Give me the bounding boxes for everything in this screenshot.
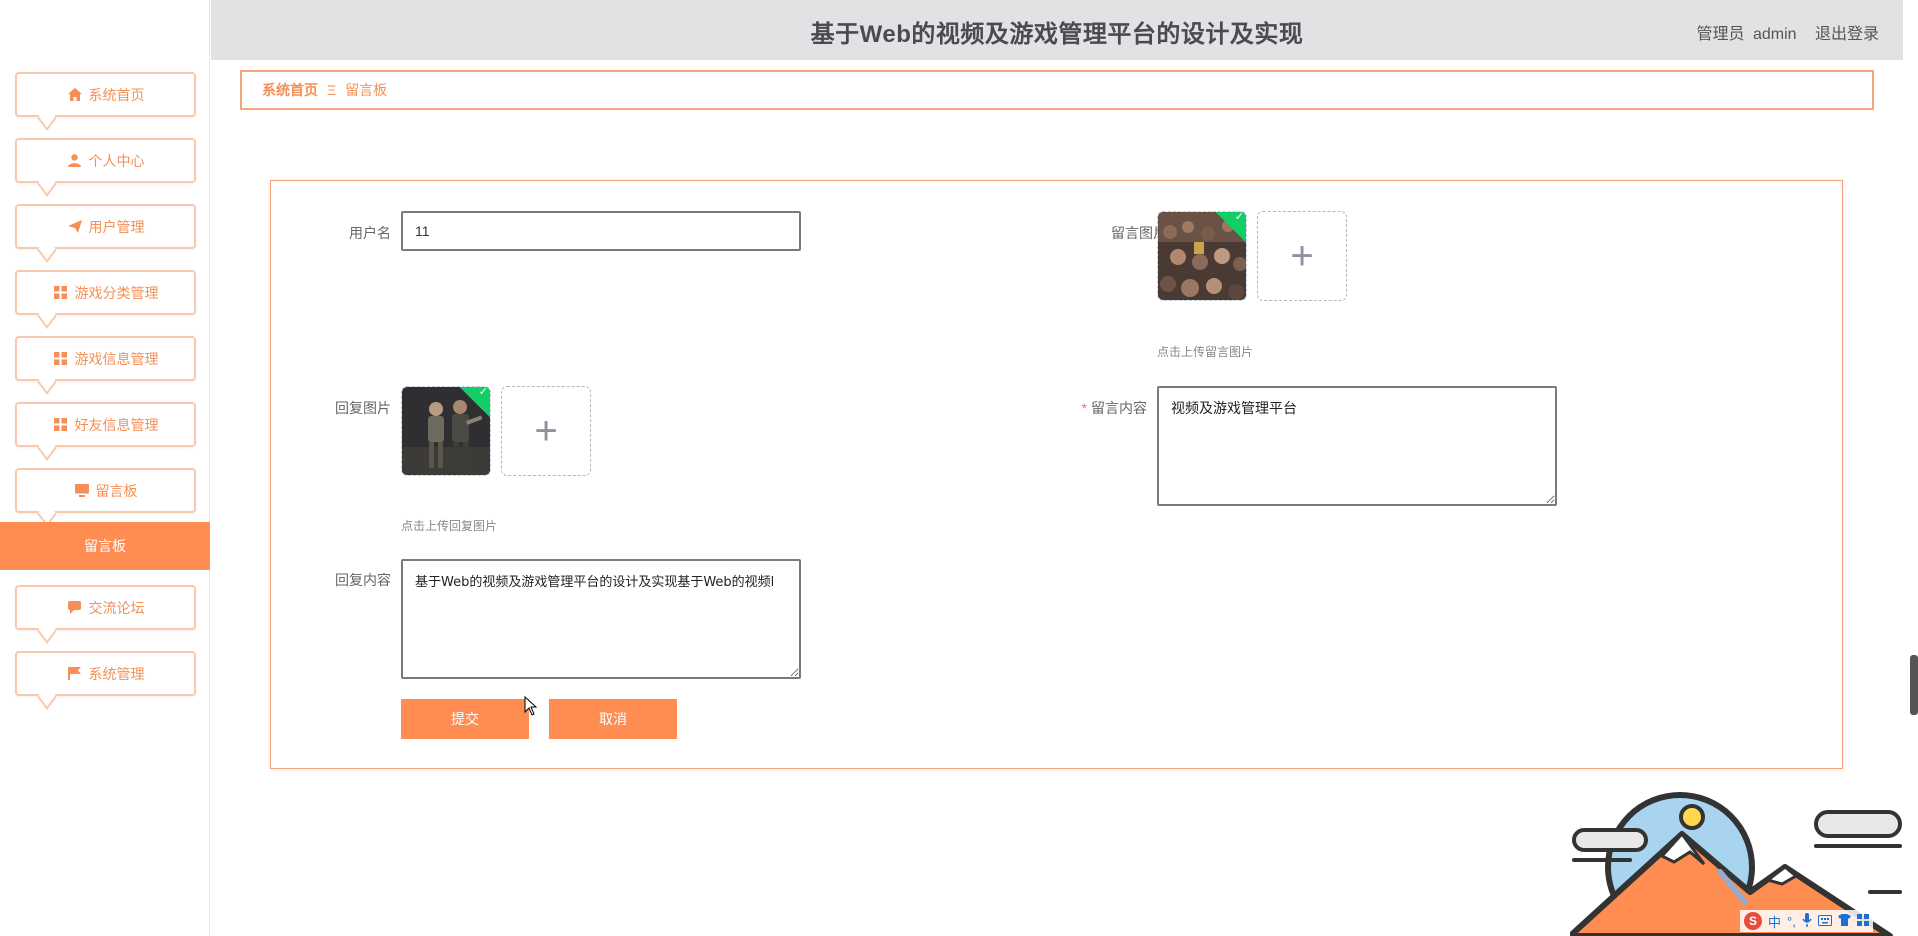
sidebar-item-label: 留言板	[95, 482, 138, 499]
grid-icon	[53, 418, 69, 431]
ime-mode[interactable]: 中	[1768, 912, 1781, 931]
keyboard-icon[interactable]	[1817, 914, 1832, 929]
user-name: admin	[1752, 26, 1797, 43]
microphone-icon[interactable]	[1802, 912, 1812, 930]
message-image-upload-button[interactable]: +	[1257, 211, 1347, 301]
sidebar-item-label: 用户管理	[88, 218, 145, 235]
chat-icon	[67, 601, 83, 614]
plus-icon: +	[1290, 233, 1314, 278]
grid-icon	[53, 352, 69, 365]
message-content-textarea[interactable]: 视频及游戏管理平台	[1157, 386, 1557, 506]
sidebar-item-label: 游戏分类管理	[74, 284, 159, 301]
sidebar-item-label: 游戏信息管理	[74, 350, 159, 367]
sidebar-item-game-category[interactable]: 游戏分类管理	[15, 270, 196, 315]
punctuation-icon[interactable]: °,	[1787, 914, 1796, 929]
reply-content-textarea[interactable]: 基于Web的视频及游戏管理平台的设计及实现基于Web的视频l	[401, 559, 801, 679]
top-header: 基于Web的视频及游戏管理平台的设计及实现 管理员 admin 退出登录	[211, 0, 1903, 60]
monitor-icon	[74, 484, 90, 497]
reply-image-thumbnail[interactable]	[401, 386, 491, 476]
sidebar-item-label: 交流论坛	[88, 599, 145, 616]
cancel-button[interactable]: 取消	[549, 699, 677, 739]
user-info: 管理员 admin 退出登录	[1692, 20, 1879, 44]
mouse-cursor-icon	[524, 696, 538, 716]
message-image-thumbnail[interactable]	[1157, 211, 1247, 301]
logout-link[interactable]: 退出登录	[1815, 26, 1879, 43]
sogou-logo-icon: S	[1744, 912, 1762, 930]
reply-image-tip: 点击上传回复图片	[401, 519, 498, 533]
sidebar-subitem-message-board[interactable]: 留言板	[0, 522, 210, 570]
sidebar-item-system[interactable]: 系统管理	[15, 651, 196, 696]
sidebar: 系统首页 个人中心 用户管理 游戏分类管理 游戏信息管理 好友信息管理 留言板 …	[0, 0, 210, 936]
breadcrumb-home[interactable]: 系统首页	[262, 80, 318, 100]
sidebar-item-forum[interactable]: 交流论坛	[15, 585, 196, 630]
message-image-tip: 点击上传留言图片	[1157, 345, 1254, 359]
sidebar-item-friends[interactable]: 好友信息管理	[15, 402, 196, 447]
sidebar-item-game-info[interactable]: 游戏信息管理	[15, 336, 196, 381]
username-input[interactable]	[401, 211, 801, 251]
sidebar-item-home[interactable]: 系统首页	[15, 72, 196, 117]
reply-content-label: 回复内容	[335, 572, 391, 588]
flag-icon	[67, 667, 83, 680]
user-role: 管理员	[1696, 26, 1745, 43]
grid-icon	[53, 286, 69, 299]
skin-icon[interactable]	[1837, 913, 1851, 929]
ime-toolbar[interactable]: S 中 °,	[1740, 910, 1873, 932]
message-content-label: * 留言内容	[1051, 398, 1147, 418]
sidebar-item-message-board[interactable]: 留言板	[15, 468, 196, 513]
sidebar-item-label: 系统首页	[88, 86, 145, 103]
sidebar-item-label: 个人中心	[88, 152, 145, 169]
required-marker: *	[1081, 400, 1087, 416]
user-icon	[67, 154, 83, 167]
toolbox-icon[interactable]	[1856, 913, 1869, 929]
sidebar-item-label: 好友信息管理	[74, 416, 159, 433]
sidebar-item-profile[interactable]: 个人中心	[15, 138, 196, 183]
breadcrumb-current: 留言板	[345, 82, 388, 98]
message-content-label-text: 留言内容	[1091, 400, 1147, 416]
home-icon	[67, 88, 83, 101]
sidebar-item-users[interactable]: 用户管理	[15, 204, 196, 249]
plus-icon: +	[534, 408, 558, 453]
page-title: 基于Web的视频及游戏管理平台的设计及实现	[810, 21, 1304, 48]
username-label: 用户名	[349, 225, 391, 241]
breadcrumb: 系统首页 Ξ 留言板	[240, 70, 1874, 110]
page-scrollbar[interactable]	[1910, 655, 1918, 715]
reply-image-upload-button[interactable]: +	[501, 386, 591, 476]
breadcrumb-separator-icon: Ξ	[327, 82, 337, 98]
reply-image-label: 回复图片	[335, 400, 391, 416]
paper-plane-icon	[67, 220, 83, 233]
sidebar-item-label: 系统管理	[88, 665, 145, 682]
message-form-panel: 用户名 留言图片 + 点击上传留言图片 回复图片	[270, 180, 1843, 769]
submit-button[interactable]: 提交	[401, 699, 529, 739]
message-image-label: 留言图片	[1111, 225, 1167, 241]
